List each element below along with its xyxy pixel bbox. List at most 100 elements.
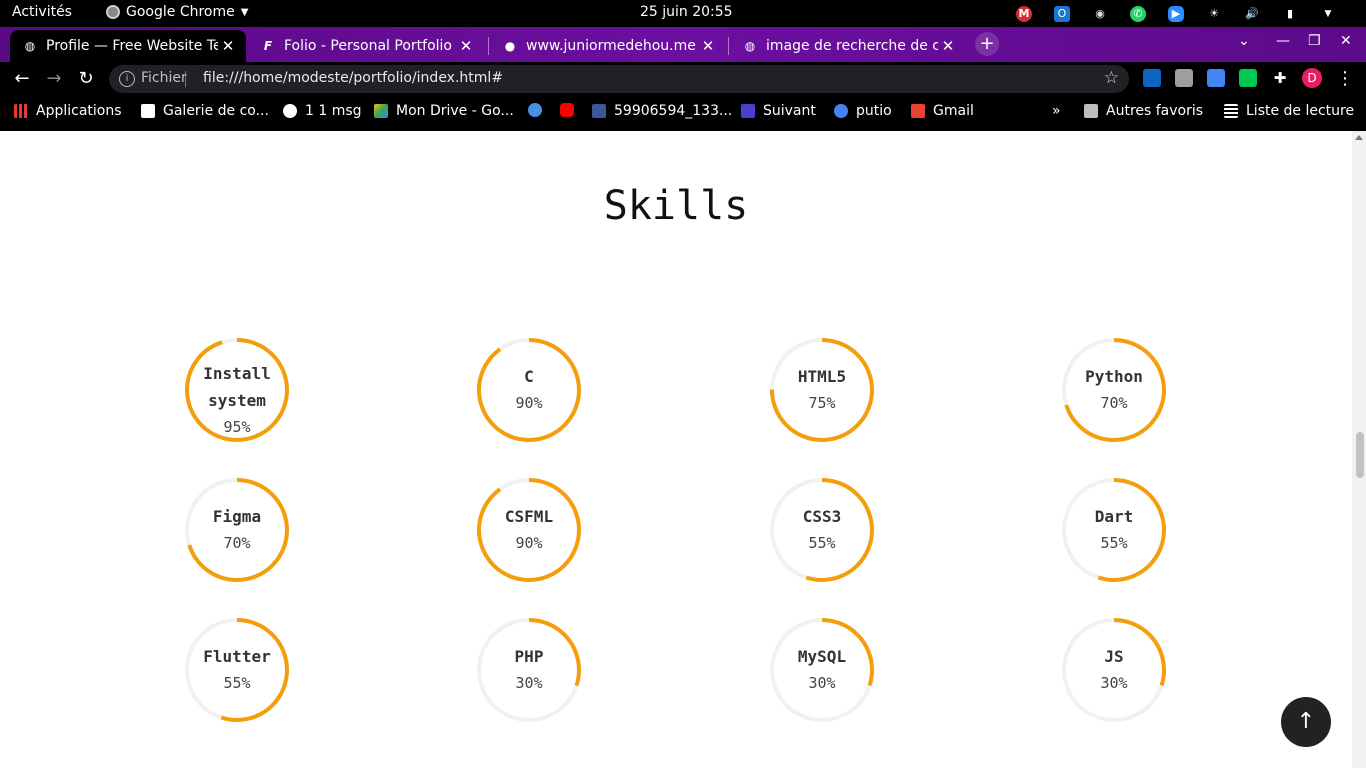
whatsapp-icon[interactable]: ✆: [1130, 5, 1146, 22]
bookmark-star-icon[interactable]: ☆: [1104, 68, 1119, 88]
skills-grid: Install system 95% C 90% HTML5 75% Python 70% Fig…: [0, 131, 1352, 768]
bookmark-label: Gmail: [933, 103, 974, 119]
skill-ring: Flutter 55%: [185, 618, 289, 722]
app-menu-label: Google Chrome: [126, 4, 235, 20]
tab-title: www.juniormedehou.me: [526, 38, 696, 54]
bookmark-label: putio: [856, 103, 892, 119]
brightness-icon[interactable]: ☀: [1206, 6, 1222, 22]
drive-icon: [374, 104, 388, 118]
skill-ring: JS 30%: [1062, 618, 1166, 722]
chevron-down-icon: ▼: [240, 6, 249, 18]
scroll-up-arrow-icon[interactable]: [1355, 135, 1363, 140]
apps-grid-icon: [14, 104, 28, 118]
bookmark-suivant[interactable]: Suivant: [741, 103, 816, 119]
bookmark-other-favorites[interactable]: Autres favoris: [1084, 103, 1203, 119]
close-icon[interactable]: ✕: [218, 37, 238, 55]
linkedin-extension-icon[interactable]: [1143, 69, 1161, 87]
bookmark-label: Liste de lecture: [1246, 103, 1355, 119]
folder-icon: [1084, 104, 1098, 118]
tab-profile[interactable]: ◍ Profile — Free Website Te ✕: [10, 30, 246, 62]
forward-arrow-icon[interactable]: →: [42, 67, 66, 91]
reading-list-icon: [1224, 104, 1238, 118]
bookmark-putio[interactable]: putio: [834, 103, 892, 119]
skill-name: PHP: [514, 647, 544, 666]
tab-juniormedehou[interactable]: ● www.juniormedehou.me ✕: [490, 30, 726, 62]
bookmarks-overflow-button[interactable]: »: [1052, 103, 1061, 119]
mega-icon[interactable]: M: [1016, 5, 1032, 22]
bookmark-drive[interactable]: Mon Drive - Go...: [374, 103, 514, 119]
skill-label: C 90%: [477, 338, 581, 442]
tab-title: image de recherche de ch: [766, 38, 938, 54]
back-arrow-icon[interactable]: ←: [10, 67, 34, 91]
activities-button[interactable]: Activités: [12, 4, 72, 20]
skill-name: Flutter: [203, 647, 271, 666]
url-text[interactable]: file:///home/modeste/portfolio/index.htm…: [203, 70, 503, 86]
bookmark-sphere[interactable]: [528, 103, 550, 117]
page-scrollbar[interactable]: [1352, 131, 1366, 768]
outlook-icon[interactable]: O: [1054, 5, 1070, 22]
arrow-up-icon: ↑: [1296, 709, 1316, 734]
system-top-bar: Activités Google Chrome ▼ 25 juin 20:55 …: [0, 0, 1366, 27]
folio-icon: F: [263, 39, 273, 53]
skill-ring: MySQL 30%: [770, 618, 874, 722]
skill-percent: 55%: [808, 534, 836, 552]
skill-name: Python: [1085, 367, 1143, 386]
app-menu[interactable]: Google Chrome ▼: [106, 4, 248, 20]
skill-percent: 30%: [515, 674, 543, 692]
skill-percent: 30%: [1100, 674, 1128, 692]
skill-label: HTML5 75%: [770, 338, 874, 442]
skill-percent: 30%: [808, 674, 836, 692]
minimize-icon[interactable]: —: [1276, 33, 1290, 49]
skill-ring: Python 70%: [1062, 338, 1166, 442]
globe-icon: ◍: [24, 39, 36, 53]
extension-icon[interactable]: [1175, 69, 1193, 87]
bookmark-label: Galerie de co...: [163, 103, 269, 119]
new-tab-button[interactable]: +: [975, 32, 999, 56]
address-bar[interactable]: i Fichier file:///home/modeste/portfolio…: [109, 65, 1129, 93]
extension-icon[interactable]: [1239, 69, 1257, 87]
zoom-icon[interactable]: ▶: [1168, 5, 1184, 22]
bookmark-youtube[interactable]: [560, 103, 582, 117]
window-close-icon[interactable]: ✕: [1340, 33, 1352, 49]
bookmark-gmail[interactable]: Gmail: [911, 103, 974, 119]
tab-image-search[interactable]: ◍ image de recherche de ch ✕: [730, 30, 966, 62]
tab-folio[interactable]: F Folio - Personal Portfolio ✕: [248, 30, 484, 62]
back-to-top-button[interactable]: ↑: [1281, 697, 1331, 747]
bookmark-msg[interactable]: 1 1 msg: [283, 103, 362, 119]
skill-label: JS 30%: [1062, 618, 1166, 722]
clock[interactable]: 25 juin 20:55: [640, 4, 733, 20]
close-icon[interactable]: ✕: [938, 37, 958, 55]
profile-avatar[interactable]: D: [1302, 68, 1322, 88]
discord-icon[interactable]: ◉: [1092, 6, 1108, 22]
puzzle-icon[interactable]: ✚: [1271, 69, 1289, 87]
reading-list-button[interactable]: Liste de lecture: [1224, 103, 1354, 119]
maximize-icon[interactable]: ❐: [1308, 33, 1321, 49]
bookmark-icon: [141, 104, 155, 118]
skill-ring: CSFML 90%: [477, 478, 581, 582]
close-icon[interactable]: ✕: [456, 37, 476, 55]
volume-icon[interactable]: 🔊: [1244, 6, 1260, 22]
globe-icon: [283, 104, 297, 118]
scrollbar-thumb[interactable]: [1356, 432, 1364, 478]
skill-name: JS: [1104, 647, 1124, 666]
skill-ring: HTML5 75%: [770, 338, 874, 442]
menu-dots-icon[interactable]: ⋮: [1333, 67, 1357, 91]
bookmark-facebook[interactable]: 59906594_133...: [592, 103, 732, 119]
globe-icon: ◍: [744, 39, 756, 53]
tab-search-icon[interactable]: ⌄: [1238, 33, 1250, 49]
info-icon[interactable]: i: [119, 71, 135, 87]
tab-separator: [728, 37, 729, 55]
reload-icon[interactable]: ↻: [74, 67, 98, 91]
skill-ring: Install system 95%: [185, 338, 289, 442]
battery-icon[interactable]: ▮: [1282, 6, 1298, 22]
close-icon[interactable]: ✕: [698, 37, 718, 55]
bookmark-apps[interactable]: Applications: [14, 103, 122, 119]
bookmark-label: 59906594_133...: [614, 103, 733, 119]
tray-menu-chevron-icon[interactable]: ▼: [1320, 6, 1336, 22]
skill-ring: Figma 70%: [185, 478, 289, 582]
skill-percent: 75%: [808, 394, 836, 412]
skill-percent: 90%: [515, 534, 543, 552]
bookmark-galerie[interactable]: Galerie de co...: [141, 103, 269, 119]
skill-label: MySQL 30%: [770, 618, 874, 722]
translate-extension-icon[interactable]: [1207, 69, 1225, 87]
